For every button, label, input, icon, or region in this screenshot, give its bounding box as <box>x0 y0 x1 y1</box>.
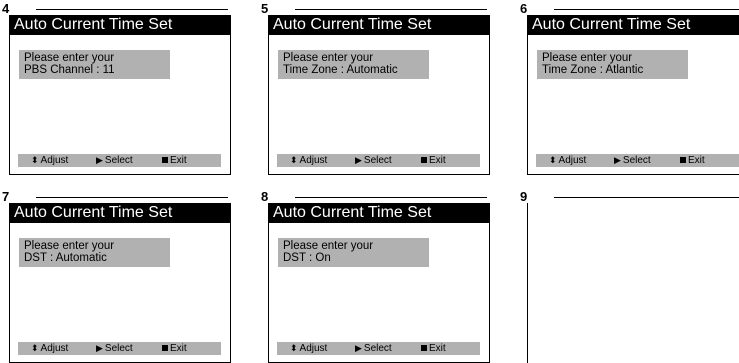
menu-title: Auto Current Time Set <box>269 203 489 223</box>
message-line2: Time Zone : Automatic <box>283 64 398 76</box>
menu-title: Auto Current Time Set <box>528 15 739 35</box>
adjust-hint: ⬍ Adjust <box>31 154 68 167</box>
message-box: Please enter your Time Zone : Atlantic <box>537 50 688 79</box>
up-down-arrow-icon: ⬍ <box>290 343 298 353</box>
adjust-label: Adjust <box>40 155 69 166</box>
menu-title: Auto Current Time Set <box>10 203 230 223</box>
step-9: 9 <box>520 189 739 363</box>
adjust-label: Adjust <box>558 155 587 166</box>
adjust-hint: ⬍ Adjust <box>290 154 327 167</box>
select-hint: ▶ Select <box>614 154 651 167</box>
message-box: Please enter your PBS Channel : 11 <box>19 50 170 79</box>
up-down-arrow-icon: ⬍ <box>31 155 39 165</box>
step-number: 8 <box>261 189 269 204</box>
select-label: Select <box>104 155 133 166</box>
adjust-label: Adjust <box>299 155 328 166</box>
message-box: Please enter your Time Zone : Automatic <box>278 50 429 79</box>
step-number: 6 <box>520 1 528 16</box>
right-triangle-icon: ▶ <box>96 343 103 353</box>
up-down-arrow-icon: ⬍ <box>31 343 39 353</box>
right-triangle-icon: ▶ <box>355 343 362 353</box>
black-square-icon <box>162 345 168 351</box>
exit-label: Exit <box>429 155 446 166</box>
step-5: 5 Auto Current Time Set Please enter you… <box>261 1 491 175</box>
adjust-label: Adjust <box>299 343 328 354</box>
right-triangle-icon: ▶ <box>614 155 621 165</box>
select-hint: ▶ Select <box>355 342 392 355</box>
select-hint: ▶ Select <box>96 154 133 167</box>
step-divider <box>295 9 487 10</box>
exit-label: Exit <box>429 343 446 354</box>
message-line2: PBS Channel : 11 <box>24 64 115 76</box>
step-number: 4 <box>2 1 10 16</box>
exit-label: Exit <box>170 343 187 354</box>
message-line1: Please enter your <box>283 52 374 64</box>
tv-screen: Auto Current Time Set Please enter your … <box>268 15 490 175</box>
exit-hint: Exit <box>162 154 187 167</box>
step-number: 5 <box>261 1 269 16</box>
right-triangle-icon: ▶ <box>96 155 103 165</box>
message-line2: Time Zone : Atlantic <box>542 64 644 76</box>
message-box: Please enter your DST : On <box>278 238 429 267</box>
message-line2: DST : Automatic <box>24 252 107 264</box>
adjust-hint: ⬍ Adjust <box>31 342 68 355</box>
select-label: Select <box>104 343 133 354</box>
message-line1: Please enter your <box>24 52 115 64</box>
select-label: Select <box>363 343 392 354</box>
step-number: 9 <box>520 189 528 204</box>
exit-label: Exit <box>170 155 187 166</box>
adjust-hint: ⬍ Adjust <box>549 154 586 167</box>
up-down-arrow-icon: ⬍ <box>290 155 298 165</box>
message-line1: Please enter your <box>283 240 374 252</box>
exit-hint: Exit <box>680 154 705 167</box>
step-8: 8 Auto Current Time Set Please enter you… <box>261 189 491 363</box>
step-4: 4 Auto Current Time Set Please enter you… <box>2 1 232 175</box>
adjust-label: Adjust <box>40 343 69 354</box>
exit-hint: Exit <box>421 154 446 167</box>
menu-title: Auto Current Time Set <box>10 15 230 35</box>
select-label: Select <box>622 155 651 166</box>
black-square-icon <box>162 157 168 163</box>
help-bar: ⬍ Adjust ▶ Select Exit <box>18 154 221 167</box>
step-divider <box>295 197 487 198</box>
exit-hint: Exit <box>421 342 446 355</box>
tv-screen: Auto Current Time Set Please enter your … <box>9 15 231 175</box>
step-divider <box>36 9 228 10</box>
step-divider <box>554 9 739 10</box>
exit-hint: Exit <box>162 342 187 355</box>
step-6: 6 Auto Current Time Set Please enter you… <box>520 1 739 175</box>
message-line2: DST : On <box>283 252 331 264</box>
step-number: 7 <box>2 189 10 204</box>
adjust-hint: ⬍ Adjust <box>290 342 327 355</box>
exit-label: Exit <box>688 155 705 166</box>
step-divider <box>554 197 739 198</box>
message-box: Please enter your DST : Automatic <box>19 238 170 267</box>
menu-title: Auto Current Time Set <box>269 15 489 35</box>
help-bar: ⬍ Adjust ▶ Select Exit <box>18 342 221 355</box>
message-line1: Please enter your <box>542 52 633 64</box>
tv-screen: Auto Current Time Set Please enter your … <box>9 203 231 363</box>
help-bar: ⬍ Adjust ▶ Select Exit <box>536 154 739 167</box>
black-square-icon <box>421 345 427 351</box>
select-hint: ▶ Select <box>355 154 392 167</box>
select-label: Select <box>363 155 392 166</box>
blank-screen-edge <box>527 203 528 363</box>
tv-screen: Auto Current Time Set Please enter your … <box>527 15 739 175</box>
help-bar: ⬍ Adjust ▶ Select Exit <box>277 154 480 167</box>
step-7: 7 Auto Current Time Set Please enter you… <box>2 189 232 363</box>
select-hint: ▶ Select <box>96 342 133 355</box>
black-square-icon <box>680 157 686 163</box>
tv-screen: Auto Current Time Set Please enter your … <box>268 203 490 363</box>
step-divider <box>36 197 228 198</box>
up-down-arrow-icon: ⬍ <box>549 155 557 165</box>
right-triangle-icon: ▶ <box>355 155 362 165</box>
message-line1: Please enter your <box>24 240 115 252</box>
black-square-icon <box>421 157 427 163</box>
help-bar: ⬍ Adjust ▶ Select Exit <box>277 342 480 355</box>
